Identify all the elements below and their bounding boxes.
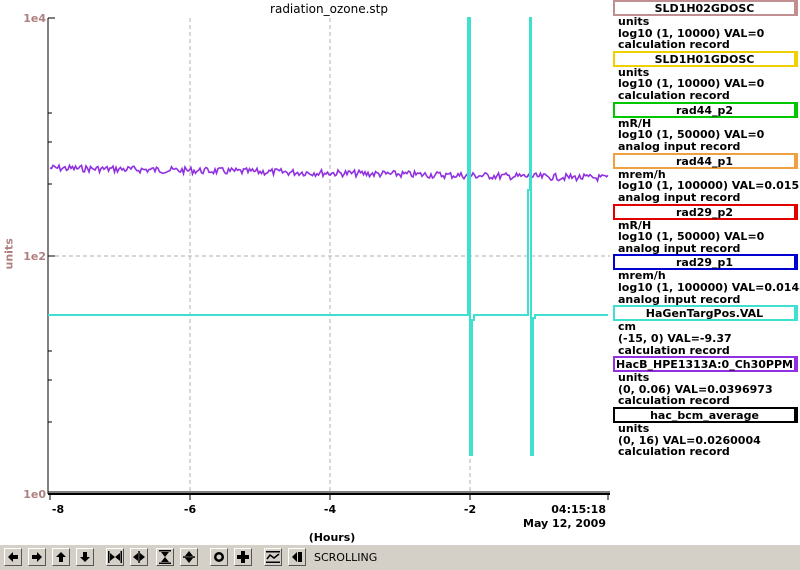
x-tick-label: -4 xyxy=(323,503,337,516)
legend-record-type: analog input record xyxy=(618,292,741,306)
add-button[interactable] xyxy=(234,548,252,566)
zoom-in-y-button[interactable] xyxy=(156,548,174,566)
legend-entry[interactable]: rad44_p2 mR/H log10 (1, 50000) VAL=0 ana… xyxy=(613,101,800,153)
go-back-icon xyxy=(292,552,302,562)
x-tick-label: -6 xyxy=(183,503,197,516)
plot-title: radiation_ozone.stp xyxy=(270,2,388,16)
legend-range: log10 (1, 100000) VAL=0.0148 xyxy=(618,281,800,295)
date-value: May 12, 2009 xyxy=(523,517,606,530)
arrow-left-icon xyxy=(8,552,18,562)
legend-entry[interactable]: HaGenTargPos.VAL cm (-15, 0) VAL=-9.37 c… xyxy=(613,305,800,356)
zoom-in-y-icon xyxy=(159,550,171,564)
plus-icon xyxy=(237,551,249,563)
legend-panel: SLD1H02GDOSC units log10 (1, 10000) VAL=… xyxy=(613,0,800,458)
legend-pv-button[interactable]: HacB_HPE1313A:0_Ch30PPM xyxy=(613,356,798,373)
legend-pv-button[interactable]: SLD1H01GDOSC xyxy=(613,50,798,67)
legend-pv-button[interactable]: rad44_p1 xyxy=(613,152,798,169)
legend-record-type: calculation record xyxy=(618,89,730,103)
x-tick-label: -2 xyxy=(463,503,477,516)
legend-range: log10 (1, 50000) VAL=0 xyxy=(618,230,765,244)
legend-pv-button[interactable]: hac_bcm_average xyxy=(613,407,798,424)
legend-pv-button[interactable]: rad29_p2 xyxy=(613,203,798,220)
zoom-in-x-icon xyxy=(108,551,122,563)
legend-entry[interactable]: SLD1H02GDOSC units log10 (1, 10000) VAL=… xyxy=(613,0,800,51)
legend-entry[interactable]: HacB_HPE1313A:0_Ch30PPM units (0, 0.06) … xyxy=(613,356,800,407)
legend-record-type: calculation record xyxy=(618,343,730,357)
go-back-button[interactable] xyxy=(288,548,306,566)
legend-entry[interactable]: rad29_p2 mR/H log10 (1, 50000) VAL=0 ana… xyxy=(613,203,800,255)
legend-pv-button[interactable]: rad29_p1 xyxy=(613,254,798,271)
zoom-out-x-button[interactable] xyxy=(130,548,148,566)
y-tick-label: 1e4 xyxy=(23,12,46,25)
pan-up-button[interactable] xyxy=(52,548,70,566)
legend-record-type: analog input record xyxy=(618,139,741,153)
legend-entry[interactable]: SLD1H01GDOSC units log10 (1, 10000) VAL=… xyxy=(613,50,800,103)
pan-right-button[interactable] xyxy=(28,548,46,566)
zoom-out-y-icon xyxy=(183,551,195,563)
legend-pv-button[interactable]: rad44_p2 xyxy=(613,101,798,118)
arrow-right-icon xyxy=(32,552,42,562)
autoscale-icon xyxy=(266,551,280,563)
arrow-down-icon xyxy=(80,552,90,562)
x-tick-label: -8 xyxy=(51,503,65,516)
y-tick-label: 1e0 xyxy=(23,488,46,501)
target-icon xyxy=(214,552,224,562)
legend-pv-button[interactable]: HaGenTargPos.VAL xyxy=(613,305,798,322)
legend-record-type: calculation record xyxy=(618,445,730,459)
legend-record-type: analog input record xyxy=(618,241,741,255)
time-value: 04:15:18 xyxy=(551,503,606,516)
y-axis-label: units xyxy=(2,238,16,270)
arrow-up-icon xyxy=(56,552,66,562)
legend-entry[interactable]: rad44_p1 mrem/h log10 (1, 100000) VAL=0.… xyxy=(613,152,800,204)
autoscale-button[interactable] xyxy=(264,548,282,566)
legend-record-type: calculation record xyxy=(618,38,730,52)
legend-range: (-15, 0) VAL=-9.37 xyxy=(618,331,732,345)
current-time-label: 04:15:18 May 12, 2009 xyxy=(510,503,606,531)
legend-units: units xyxy=(618,422,650,436)
target-button[interactable] xyxy=(210,548,228,566)
plot-area[interactable] xyxy=(0,0,612,520)
zoom-in-x-button[interactable] xyxy=(106,548,124,566)
pan-down-button[interactable] xyxy=(76,548,94,566)
zoom-out-x-icon xyxy=(133,551,145,563)
legend-record-type: calculation record xyxy=(618,394,730,408)
legend-units: units xyxy=(618,15,650,28)
legend-entry[interactable]: rad29_p1 mrem/h log10 (1, 100000) VAL=0.… xyxy=(613,254,800,305)
legend-pv-button[interactable]: SLD1H02GDOSC xyxy=(613,0,798,16)
x-axis-label: (Hours) xyxy=(308,531,356,544)
zoom-out-y-button[interactable] xyxy=(180,548,198,566)
toolbar: SCROLLING xyxy=(0,544,800,570)
y-tick-label: 1e2 xyxy=(23,250,46,263)
pan-left-button[interactable] xyxy=(4,548,22,566)
legend-record-type: analog input record xyxy=(618,190,741,204)
status-text: SCROLLING xyxy=(314,551,378,564)
legend-entry[interactable]: hac_bcm_average units (0, 16) VAL=0.0260… xyxy=(613,407,800,458)
